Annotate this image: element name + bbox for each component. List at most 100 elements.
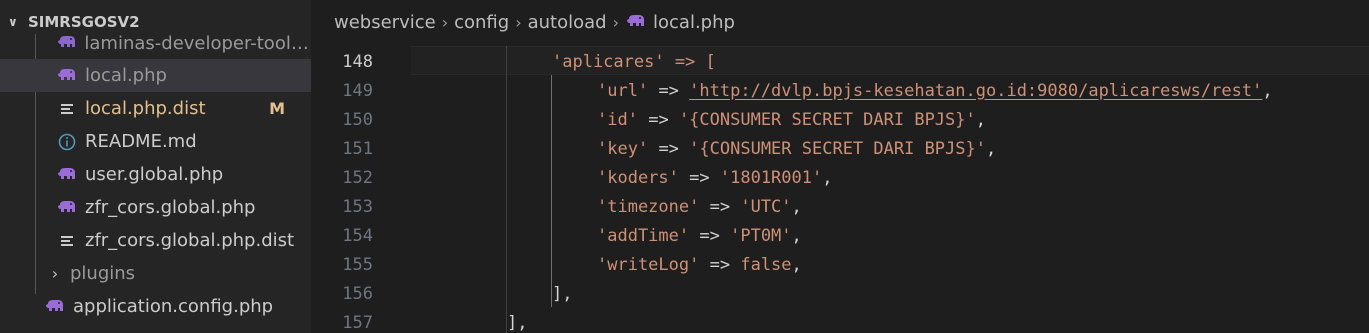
- chevron-right-icon: ›: [51, 264, 59, 283]
- code-comma: ,: [822, 167, 833, 188]
- code-comma: ,: [791, 254, 802, 275]
- code-line: 149 'url' => 'http://dvlp.bpjs-kesehatan…: [311, 76, 1369, 105]
- php-elephant-icon: [56, 65, 78, 87]
- line-number: 148: [342, 51, 373, 72]
- code-arrow: =>: [648, 109, 669, 130]
- file-label: local.php: [85, 65, 167, 86]
- code-key: 'timezone': [597, 196, 700, 217]
- php-elephant-icon: [44, 296, 66, 318]
- code-line: 152 'koders' => '1801R001',: [311, 163, 1369, 192]
- breadcrumb: webservice › config › autoload › local.p…: [311, 0, 1369, 44]
- line-number: 156: [342, 283, 373, 304]
- code-line: 155 'writeLog' => false,: [311, 250, 1369, 279]
- code-line: 157 ],: [311, 308, 1369, 333]
- line-content: 'key' => '{CONSUMER SECRET DARI BPJS}',: [597, 139, 996, 159]
- line-content: 'koders' => '1801R001',: [597, 168, 832, 188]
- code-area[interactable]: 148 'aplicares' => [ 149 'url' => 'http:…: [311, 44, 1369, 333]
- file-item-user-global-php[interactable]: user.global.php: [0, 158, 311, 191]
- code-key: 'koders': [597, 167, 679, 188]
- explorer-sidebar: ∨ SIMRSGOSV2 laminas-developer-tools... …: [0, 0, 311, 333]
- code-key: 'key': [597, 138, 649, 159]
- breadcrumb-file[interactable]: local.php: [653, 12, 735, 33]
- info-icon: [56, 131, 78, 153]
- file-item-zfr-cors-global-php-dist[interactable]: zfr_cors.global.php.dist: [0, 224, 311, 257]
- chevron-right-icon: ›: [441, 12, 449, 32]
- code-arrow: =>: [709, 254, 731, 275]
- code-url-link[interactable]: 'http://dvlp.bpjs-kesehatan.go.id:9080/a…: [689, 81, 1262, 101]
- chevron-down-icon: ∨: [8, 15, 18, 29]
- file-item-local-php-dist[interactable]: local.php.dist M: [0, 92, 311, 125]
- line-content: 'aplicares' => [: [552, 52, 716, 72]
- code-comma: ,: [791, 225, 802, 246]
- file-item-application-config[interactable]: application.config.php: [0, 290, 311, 323]
- file-label: local.php.dist: [85, 98, 206, 119]
- code-comma: ,: [985, 138, 997, 159]
- file-item-readme[interactable]: README.md: [0, 125, 311, 158]
- git-modified-badge: M: [269, 99, 285, 118]
- line-content: ],: [507, 312, 528, 333]
- code-arrow: =>: [689, 167, 710, 188]
- code-line: 156 ],: [311, 279, 1369, 308]
- code-value: '{CONSUMER SECRET DARI BPJS}': [678, 109, 976, 130]
- line-number: 150: [342, 109, 373, 130]
- file-label: zfr_cors.global.php.dist: [85, 230, 295, 251]
- file-label: application.config.php: [73, 296, 274, 317]
- php-elephant-icon: [56, 197, 78, 219]
- code-value: '{CONSUMER SECRET DARI BPJS}': [689, 138, 986, 159]
- line-content: 'id' => '{CONSUMER SECRET DARI BPJS}',: [597, 110, 986, 130]
- line-content: ],: [552, 283, 573, 304]
- breadcrumb-item[interactable]: config: [454, 12, 509, 33]
- lines-file-icon: [56, 230, 78, 252]
- file-label: README.md: [85, 131, 197, 152]
- code-line: 151 'key' => '{CONSUMER SECRET DARI BPJS…: [311, 134, 1369, 163]
- code-key: 'url': [597, 80, 649, 101]
- line-content: 'writeLog' => false,: [597, 255, 802, 275]
- folder-item-plugins[interactable]: › plugins: [0, 257, 311, 290]
- code-value: '1801R001': [719, 167, 823, 188]
- code-comma: ,: [791, 196, 802, 217]
- breadcrumb-item[interactable]: webservice: [334, 12, 436, 33]
- line-number: 152: [342, 167, 373, 188]
- code-value: 'UTC': [740, 196, 792, 217]
- php-elephant-icon: [625, 11, 647, 33]
- line-number: 157: [342, 312, 373, 333]
- code-editor: webservice › config › autoload › local.p…: [311, 0, 1369, 333]
- lines-file-icon: [56, 98, 78, 120]
- code-line: 148 'aplicares' => [: [311, 47, 1369, 76]
- file-label: zfr_cors.global.php: [85, 197, 256, 218]
- file-item-laminas-developer-tools[interactable]: laminas-developer-tools...: [0, 28, 311, 58]
- code-arrow: =>: [709, 196, 731, 217]
- code-key: 'id': [597, 109, 638, 130]
- code-value: 'PT0M': [730, 225, 792, 246]
- code-key: 'writeLog': [597, 254, 700, 275]
- code-arrow: =>: [658, 138, 679, 159]
- file-label: user.global.php: [85, 164, 224, 185]
- code-line: 150 'id' => '{CONSUMER SECRET DARI BPJS}…: [311, 105, 1369, 134]
- folder-label: plugins: [70, 263, 136, 284]
- code-line: 154 'addTime' => 'PT0M',: [311, 221, 1369, 250]
- line-number: 155: [342, 254, 373, 275]
- line-content: 'url' => 'http://dvlp.bpjs-kesehatan.go.…: [597, 81, 1273, 101]
- code-arrow: =>: [699, 225, 720, 246]
- line-number: 149: [342, 80, 373, 101]
- file-item-local-php[interactable]: local.php: [0, 59, 311, 92]
- line-number: 153: [342, 196, 373, 217]
- line-content: 'timezone' => 'UTC',: [597, 197, 802, 217]
- file-item-zfr-cors-global-php[interactable]: zfr_cors.global.php: [0, 191, 311, 224]
- code-line: 153 'timezone' => 'UTC',: [311, 192, 1369, 221]
- php-elephant-icon: [56, 32, 77, 54]
- code-comma: ,: [975, 109, 986, 130]
- line-number: 151: [342, 138, 373, 159]
- array-key-aplicares: 'aplicares' => [: [552, 51, 716, 72]
- php-elephant-icon: [56, 164, 78, 186]
- code-arrow: =>: [658, 80, 679, 101]
- chevron-right-icon: ›: [612, 12, 619, 32]
- file-label: laminas-developer-tools...: [84, 32, 311, 54]
- breadcrumb-item[interactable]: autoload: [528, 12, 607, 33]
- code-keyword-false: false: [740, 254, 792, 275]
- line-number: 154: [342, 225, 373, 246]
- line-content: 'addTime' => 'PT0M',: [597, 226, 802, 246]
- code-key: 'addTime': [597, 225, 690, 246]
- code-comma: ,: [1262, 80, 1273, 101]
- chevron-right-icon: ›: [515, 12, 522, 32]
